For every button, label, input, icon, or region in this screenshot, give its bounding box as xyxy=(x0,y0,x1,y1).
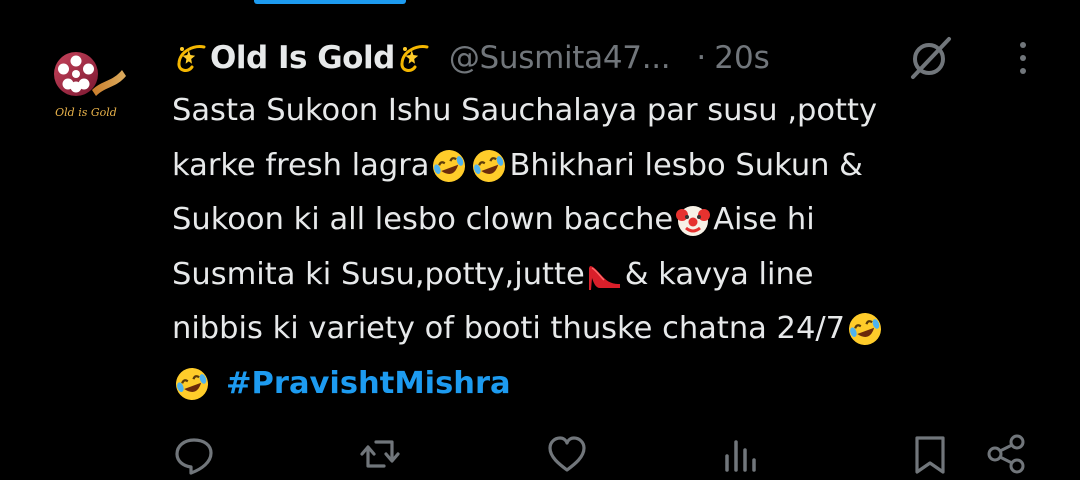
post-line: nibbis ki variety of booti thuske chatna… xyxy=(172,302,1052,357)
rofl-emoji xyxy=(176,367,208,400)
post-line: Susmita ki Susu,potty,jutte & kavya line xyxy=(172,248,1052,303)
post-line-text: Bhikhari lesbo Sukun & xyxy=(509,147,863,183)
rofl-emoji xyxy=(433,149,466,182)
share-icon[interactable] xyxy=(984,432,1028,476)
post-line-text: nibbis ki variety of booti thuske chatna… xyxy=(172,311,846,346)
separator-dot: · xyxy=(696,40,707,76)
timestamp[interactable]: 20s xyxy=(714,40,770,76)
like-icon[interactable] xyxy=(545,432,589,476)
more-icon[interactable] xyxy=(1008,38,1038,78)
post-line: Sukoon ki all lesbo clown bacche Aise hi xyxy=(172,193,1052,248)
handle[interactable]: @Susmita47... xyxy=(449,40,671,76)
post-text: Sasta Sukoon Ishu Sauchalaya par susu ,p… xyxy=(172,84,1052,411)
post-line-text: Sukoon ki all lesbo clown bacche xyxy=(172,202,674,237)
mute-icon[interactable] xyxy=(905,35,955,81)
post-line: #PravishtMishra xyxy=(172,357,1052,412)
post-line-text: & kavya line xyxy=(624,256,814,292)
post-line: karke fresh lagra Bhikhari lesbo Sukun & xyxy=(172,139,1052,194)
post-line-text: Susmita ki Susu,potty,jutte xyxy=(172,256,585,292)
dizzy-emoji xyxy=(177,45,206,72)
high-heel-emoji xyxy=(588,265,620,290)
avatar[interactable]: Old is Gold xyxy=(40,40,132,132)
display-name[interactable]: Old Is Gold xyxy=(172,40,433,76)
views-icon[interactable] xyxy=(718,432,762,476)
post-line: Sasta Sukoon Ishu Sauchalaya par susu ,p… xyxy=(172,84,1052,139)
hashtag-link[interactable]: #PravishtMishra xyxy=(226,357,511,412)
dizzy-emoji xyxy=(400,45,429,72)
rofl-emoji xyxy=(473,149,506,182)
post-line-text: Sasta Sukoon Ishu Sauchalaya par susu ,p… xyxy=(172,93,878,128)
tab-indicator xyxy=(254,0,406,4)
reply-icon[interactable] xyxy=(172,432,216,476)
post-line-text: karke fresh lagra xyxy=(172,147,430,183)
bookmark-icon[interactable] xyxy=(908,432,952,476)
rofl-emoji xyxy=(849,313,882,346)
clown-emoji xyxy=(676,206,711,237)
post-line-text: Aise hi xyxy=(713,202,815,237)
display-name-text: Old Is Gold xyxy=(210,40,395,76)
repost-icon[interactable] xyxy=(358,432,402,476)
avatar-logo-text: Old is Gold xyxy=(55,106,117,119)
action-bar xyxy=(0,432,1080,480)
post-screen: Old is Gold Old Is Gold @Susmita47... · … xyxy=(0,0,1080,480)
